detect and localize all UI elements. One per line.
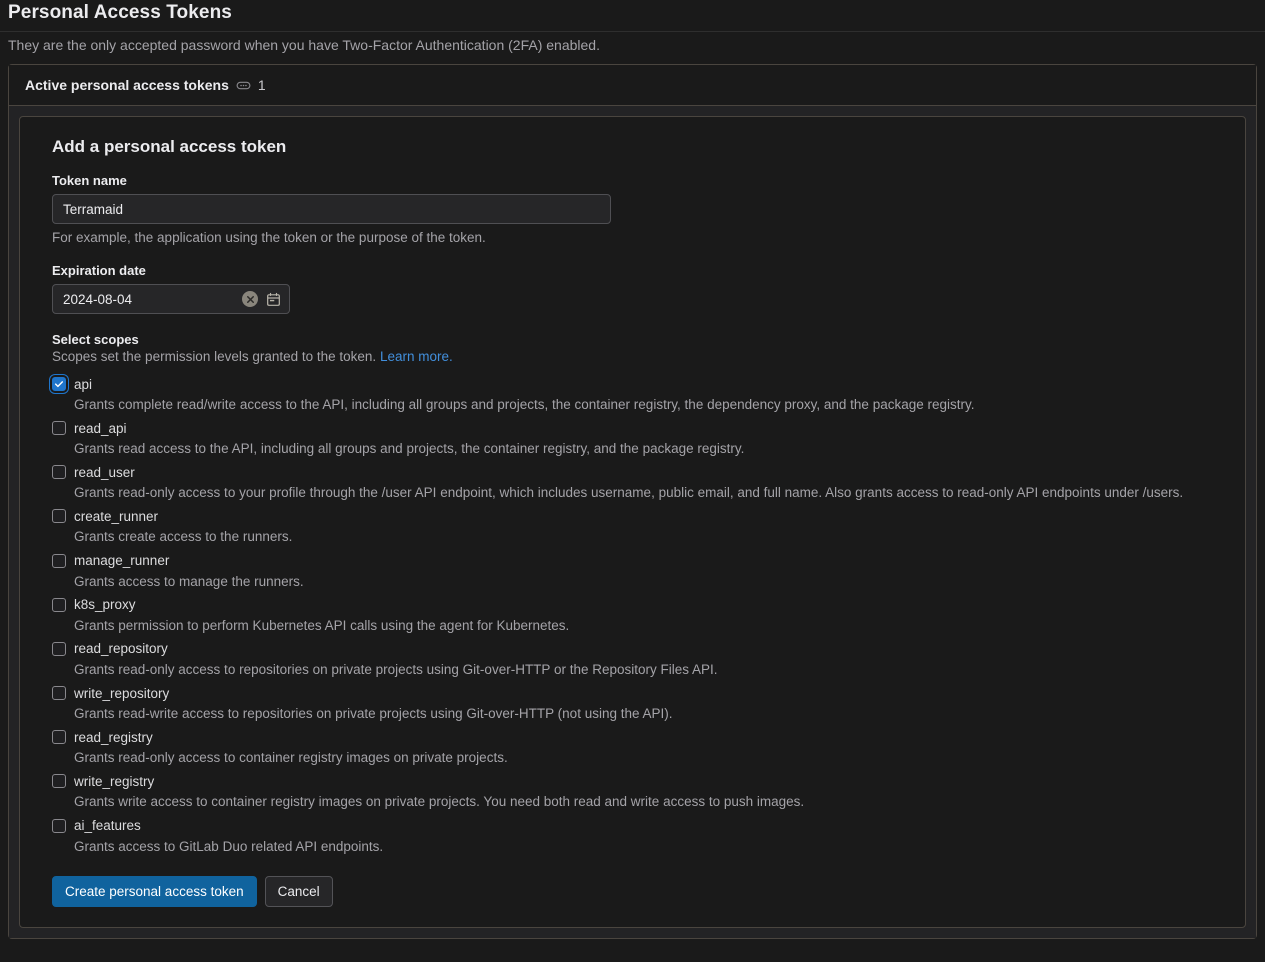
scope-description: Grants access to GitLab Duo related API …: [74, 838, 384, 854]
scope-description: Grants read-only access to container reg…: [74, 750, 508, 766]
scope-checkbox-row: k8s_proxy: [52, 595, 1225, 615]
create-token-button[interactable]: Create personal access token: [52, 875, 257, 908]
scope-name[interactable]: read_api: [74, 421, 127, 436]
scope-checkbox-row: read_repository: [52, 639, 1225, 659]
scope-row: write_repository Grants read-write access…: [52, 683, 1225, 723]
scope-name[interactable]: write_repository: [74, 686, 169, 701]
scope-description: Grants create access to the runners.: [74, 529, 293, 545]
scope-checkbox-row: read_api: [52, 418, 1225, 438]
token-name-help: For example, the application using the t…: [52, 230, 486, 245]
scope-checkbox-ai_features[interactable]: [52, 818, 66, 833]
scope-checkbox-k8s_proxy[interactable]: [52, 597, 66, 612]
scope-checkbox-row: write_registry: [52, 771, 1225, 791]
form-actions: Create personal access token Cancel: [52, 875, 1225, 908]
active-tokens-card-body: Add a personal access token Token name F…: [9, 106, 1256, 939]
scope-checkbox-write_repository[interactable]: [52, 686, 66, 701]
active-tokens-card-header: Active personal access tokens 1: [9, 65, 1256, 106]
clear-circle-x-icon[interactable]: [242, 291, 258, 307]
token-oval-icon: [236, 78, 251, 93]
scope-name[interactable]: read_registry: [74, 730, 153, 745]
page-title: Personal Access Tokens: [8, 2, 232, 23]
scope-checkbox-row: api: [52, 374, 1225, 394]
expiration-date-field: [52, 284, 290, 314]
scope-row: read_registry Grants read-only access to …: [52, 727, 1225, 767]
scope-checkbox-row: read_registry: [52, 727, 1225, 747]
scope-description: Grants access to manage the runners.: [74, 573, 304, 589]
scope-checkbox-create_runner[interactable]: [52, 509, 66, 524]
scope-row: read_repository Grants read-only access t…: [52, 639, 1225, 679]
scope-name[interactable]: create_runner: [74, 509, 158, 524]
scope-row: ai_features Grants access to GitLab Duo r…: [52, 816, 1225, 856]
scope-checkbox-read_user[interactable]: [52, 465, 66, 480]
scope-row: read_user Grants read-only access to your…: [52, 462, 1225, 502]
scope-name[interactable]: manage_runner: [74, 553, 169, 568]
scope-description: Grants read access to the API, including…: [74, 441, 745, 457]
scope-row: k8s_proxy Grants permission to perform Ku…: [52, 595, 1225, 635]
scope-name[interactable]: k8s_proxy: [74, 597, 136, 612]
scope-name[interactable]: api: [74, 377, 92, 392]
scope-checkbox-read_repository[interactable]: [52, 641, 66, 656]
scope-description: Grants read-only access to your profile …: [74, 485, 1184, 501]
scopes-learn-more-link[interactable]: Learn more.: [380, 349, 453, 364]
page-subtitle: They are the only accepted password when…: [8, 37, 600, 53]
scope-description: Grants read-write access to repositories…: [74, 706, 673, 722]
select-scopes-help: Scopes set the permission levels granted…: [52, 349, 1225, 364]
select-scopes-help-text: Scopes set the permission levels granted…: [52, 349, 377, 364]
scope-description: Grants permission to perform Kubernetes …: [74, 617, 570, 633]
scope-description: Grants read-only access to repositories …: [74, 661, 718, 677]
scope-row: write_registry Grants write access to con…: [52, 771, 1225, 811]
expiration-date-label: Expiration date: [52, 263, 146, 278]
scope-name[interactable]: read_user: [74, 465, 135, 480]
scope-checkbox-row: ai_features: [52, 816, 1225, 836]
personal-access-tokens-page: Personal Access Tokens They are the only…: [0, 0, 1265, 962]
scope-description: Grants complete read/write access to the…: [74, 397, 975, 412]
scope-checkbox-row: create_runner: [52, 506, 1225, 526]
add-token-form-title: Add a personal access token: [52, 137, 287, 156]
active-tokens-title: Active personal access tokens: [25, 77, 229, 93]
scope-description: Grants write access to container registr…: [74, 794, 805, 810]
scope-checkbox-row: write_repository: [52, 683, 1225, 703]
scope-row: create_runner Grants create access to the…: [52, 506, 1225, 546]
scope-row: read_api Grants read access to the API, i…: [52, 418, 1225, 458]
select-scopes-label: Select scopes: [52, 332, 139, 347]
scope-checkbox-write_registry[interactable]: [52, 774, 66, 789]
scope-name[interactable]: read_repository: [74, 641, 168, 656]
scope-name[interactable]: write_registry: [74, 774, 154, 789]
scope-checkbox-row: manage_runner: [52, 551, 1225, 571]
scope-row: api Grants complete read/write access to …: [52, 374, 1225, 414]
add-token-form-card: Add a personal access token Token name F…: [19, 116, 1246, 929]
cancel-button[interactable]: Cancel: [264, 875, 333, 908]
active-tokens-card: Active personal access tokens 1 Add a pe…: [8, 64, 1257, 940]
add-token-form-body: Token name For example, the application …: [40, 173, 1225, 908]
scope-row: manage_runner Grants access to manage the…: [52, 551, 1225, 591]
token-name-input[interactable]: [52, 194, 611, 224]
scope-name[interactable]: ai_features: [74, 818, 141, 833]
scopes-list: api Grants complete read/write access to …: [52, 374, 1225, 856]
scope-checkbox-read_registry[interactable]: [52, 730, 66, 745]
scope-checkbox-row: read_user: [52, 462, 1225, 482]
active-tokens-count: 1: [257, 77, 266, 93]
calendar-icon[interactable]: [265, 291, 281, 307]
scope-checkbox-api[interactable]: [52, 377, 66, 391]
token-name-label: Token name: [52, 173, 127, 188]
scope-checkbox-read_api[interactable]: [52, 421, 66, 436]
scope-checkbox-manage_runner[interactable]: [52, 553, 66, 568]
